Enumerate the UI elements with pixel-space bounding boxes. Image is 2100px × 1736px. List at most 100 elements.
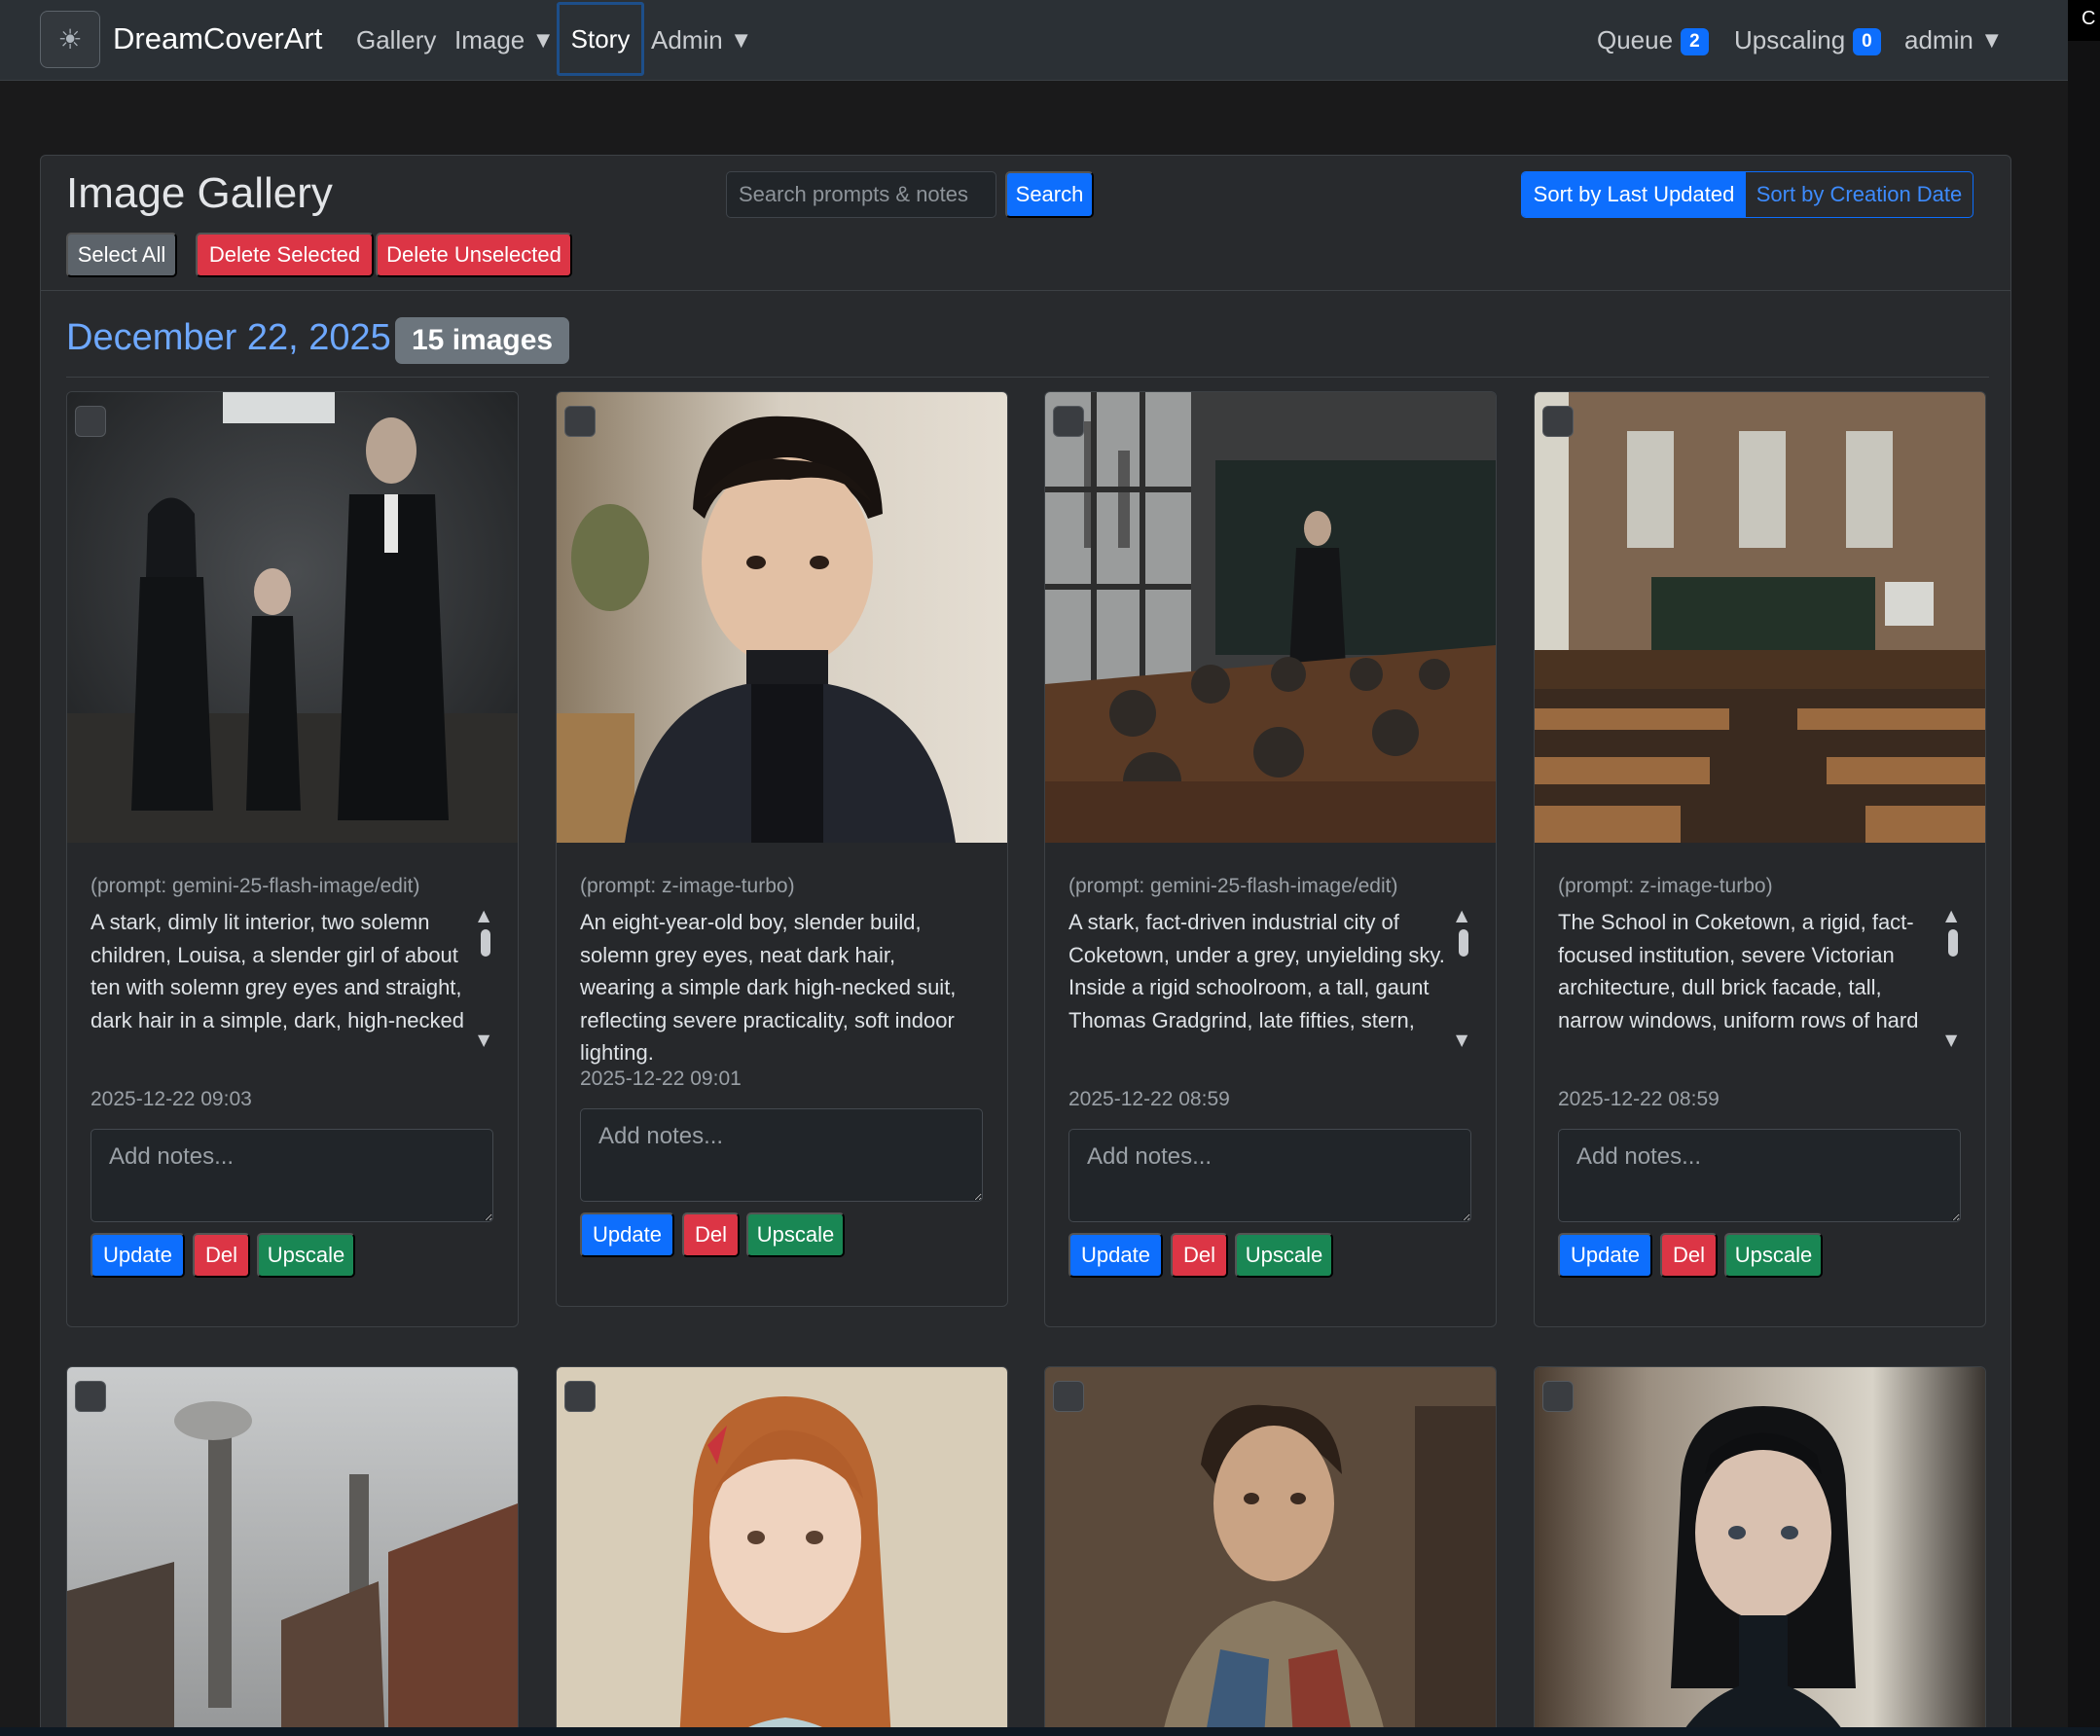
delete-button[interactable]: Del (1171, 1233, 1228, 1278)
image-thumbnail[interactable] (67, 1367, 518, 1736)
select-checkbox[interactable] (1053, 406, 1084, 437)
notes-field[interactable] (1558, 1129, 1961, 1222)
image-count-badge: 15 images (395, 317, 570, 364)
image-card (556, 1366, 1008, 1736)
nav-user-dropdown[interactable]: admin ▼ (1904, 25, 1999, 55)
prompt-text: An eight-year-old boy, slender build, so… (580, 910, 957, 1065)
select-checkbox[interactable] (564, 406, 596, 437)
select-checkbox[interactable] (564, 1381, 596, 1412)
delete-selected-button[interactable]: Delete Selected (196, 233, 374, 277)
timestamp: 2025-12-22 09:01 (580, 1067, 742, 1090)
user-name: admin (1904, 25, 1973, 54)
date-group-header: December 22, 2025 15 images (66, 317, 1989, 378)
select-checkbox[interactable] (75, 406, 106, 437)
sort-creation-date-button[interactable]: Sort by Creation Date (1746, 172, 1973, 217)
prompt-model-label: (prompt: gemini-25-flash-image/edit) (1068, 875, 1398, 897)
window-edge (2068, 41, 2100, 1736)
update-button[interactable]: Update (91, 1233, 185, 1278)
update-button[interactable]: Update (580, 1212, 674, 1257)
search-input[interactable] (726, 171, 996, 218)
select-checkbox[interactable] (1542, 1381, 1574, 1412)
scroll-up-icon[interactable]: ▲ (1945, 906, 1957, 924)
nav-image-label: Image (454, 25, 525, 54)
upscale-button[interactable]: Upscale (746, 1212, 845, 1257)
prompt-scrollbar[interactable]: ▲ ▼ (1943, 906, 1963, 1052)
select-checkbox[interactable] (1053, 1381, 1084, 1412)
chevron-down-icon: ▼ (734, 30, 748, 51)
delete-button[interactable]: Del (193, 1233, 250, 1278)
nav-story[interactable]: Story (557, 2, 644, 76)
scroll-thumb[interactable] (1948, 929, 1958, 957)
top-navbar: ☀ DreamCoverArt Gallery Image ▼ Story Adm… (0, 0, 2068, 81)
image-thumbnail[interactable] (67, 392, 518, 843)
update-button[interactable]: Update (1068, 1233, 1163, 1278)
sort-toggle-group: Sort by Last Updated Sort by Creation Da… (1521, 171, 1973, 218)
queue-label: Queue (1597, 25, 1674, 54)
nav-upscaling[interactable]: Upscaling 0 (1734, 25, 1881, 57)
select-checkbox[interactable] (1542, 406, 1574, 437)
chevron-down-icon: ▼ (1984, 30, 1999, 51)
image-thumbnail[interactable] (1535, 392, 1985, 843)
gallery-panel: Image Gallery Select All Delete Selected… (40, 155, 2011, 1736)
prompt-model-label: (prompt: gemini-25-flash-image/edit) (91, 875, 420, 897)
scroll-thumb[interactable] (1459, 929, 1468, 957)
timestamp: 2025-12-22 08:59 (1558, 1088, 1720, 1110)
prompt-model-label: (prompt: z-image-turbo) (1558, 875, 1773, 897)
upscaling-count-badge: 0 (1853, 28, 1881, 55)
notes-field[interactable] (580, 1108, 983, 1202)
upscaling-label: Upscaling (1734, 25, 1846, 54)
nav-image-dropdown[interactable]: Image ▼ (454, 25, 550, 55)
nav-gallery[interactable]: Gallery (356, 25, 436, 55)
image-card (1044, 1366, 1497, 1736)
notes-field[interactable] (91, 1129, 493, 1222)
scroll-down-icon[interactable]: ▼ (1945, 1031, 1957, 1049)
corner-chip: C (2068, 0, 2100, 41)
prompt-text: The School in Coketown, a rigid, fact-fo… (1558, 910, 1919, 1032)
timestamp: 2025-12-22 08:59 (1068, 1088, 1230, 1110)
gallery-header: Image Gallery Select All Delete Selected… (41, 156, 2010, 291)
delete-button[interactable]: Del (1660, 1233, 1718, 1278)
image-thumbnail[interactable] (1535, 1367, 1985, 1736)
scroll-up-icon[interactable]: ▲ (478, 906, 489, 924)
delete-button[interactable]: Del (682, 1212, 740, 1257)
scroll-up-icon[interactable]: ▲ (1456, 906, 1467, 924)
image-card: (prompt: gemini-25-flash-image/edit) A s… (66, 391, 519, 1327)
date-group-title: December 22, 2025 (66, 317, 391, 358)
sort-last-updated-button[interactable]: Sort by Last Updated (1522, 172, 1746, 217)
prompt-scrollbar[interactable]: ▲ ▼ (476, 906, 495, 1052)
timestamp: 2025-12-22 09:03 (91, 1088, 252, 1110)
queue-count-badge: 2 (1681, 28, 1709, 55)
image-card (1534, 1366, 1986, 1736)
chevron-down-icon: ▼ (536, 30, 551, 51)
image-thumbnail[interactable] (1045, 392, 1496, 843)
nav-queue[interactable]: Queue 2 (1597, 25, 1709, 57)
select-checkbox[interactable] (75, 1381, 106, 1412)
image-thumbnail[interactable] (1045, 1367, 1496, 1736)
delete-unselected-button[interactable]: Delete Unselected (376, 233, 572, 277)
prompt-text: A stark, dimly lit interior, two solemn … (91, 910, 464, 1032)
image-card: (prompt: z-image-turbo) The School in Co… (1534, 391, 1986, 1327)
scroll-down-icon[interactable]: ▼ (1456, 1031, 1467, 1049)
upscale-button[interactable]: Upscale (1235, 1233, 1333, 1278)
upscale-button[interactable]: Upscale (257, 1233, 355, 1278)
theme-toggle-sun-icon[interactable]: ☀ (40, 11, 100, 68)
update-button[interactable]: Update (1558, 1233, 1652, 1278)
page-title: Image Gallery (66, 169, 333, 217)
image-thumbnail[interactable] (557, 392, 1007, 843)
prompt-scrollbar[interactable]: ▲ ▼ (1454, 906, 1473, 1052)
select-all-button[interactable]: Select All (66, 233, 177, 277)
prompt-model-label: (prompt: z-image-turbo) (580, 875, 795, 897)
search-button[interactable]: Search (1005, 171, 1094, 218)
upscale-button[interactable]: Upscale (1724, 1233, 1823, 1278)
image-card: (prompt: z-image-turbo) An eight-year-ol… (556, 391, 1008, 1307)
image-thumbnail[interactable] (557, 1367, 1007, 1736)
brand-name[interactable]: DreamCoverArt (113, 21, 322, 56)
notes-field[interactable] (1068, 1129, 1471, 1222)
nav-admin-dropdown[interactable]: Admin ▼ (651, 25, 748, 55)
scroll-down-icon[interactable]: ▼ (478, 1031, 489, 1049)
nav-admin-label: Admin (651, 25, 723, 54)
image-card (66, 1366, 519, 1736)
bottom-edge (0, 1727, 2100, 1736)
image-card: (prompt: gemini-25-flash-image/edit) A s… (1044, 391, 1497, 1327)
scroll-thumb[interactable] (481, 929, 490, 957)
